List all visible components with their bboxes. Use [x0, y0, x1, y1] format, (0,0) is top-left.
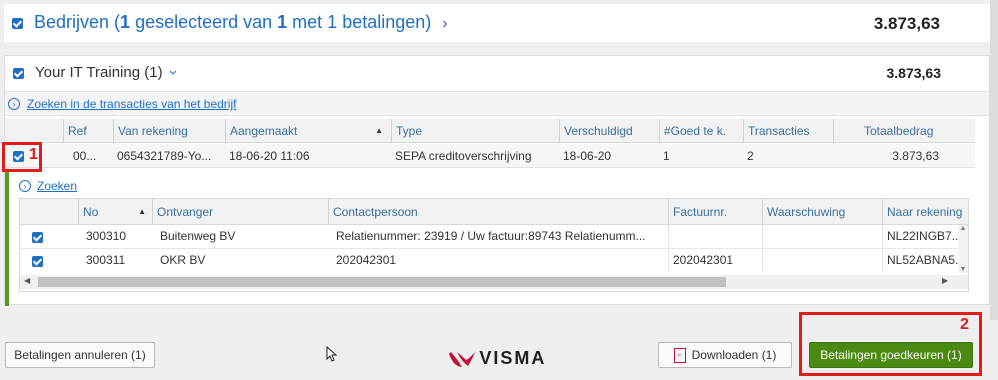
cell-contact: 202042301	[336, 253, 397, 267]
company-row: Your IT Training (1) › 3.873,63	[5, 56, 989, 92]
cell-waarschuwing	[762, 249, 882, 271]
sort-up-icon: ▲	[138, 207, 146, 216]
scroll-down-icon[interactable]: ▼	[958, 266, 968, 273]
chevron-down-icon[interactable]: ›	[165, 70, 182, 75]
col-ref[interactable]: Ref	[63, 119, 113, 143]
select-all-companies-checkbox[interactable]	[12, 18, 23, 29]
company-search-link[interactable]: Zoeken in de transacties van het bedrijf	[27, 97, 236, 111]
company-name[interactable]: Your IT Training (1) ›	[35, 64, 182, 81]
payment-checkbox[interactable]	[32, 256, 43, 267]
page-scrollbar[interactable]	[990, 0, 998, 320]
mouse-cursor-icon	[326, 345, 338, 362]
col-goed[interactable]: #Goed te k.	[659, 119, 743, 143]
visma-logo-text: VISMA	[479, 348, 547, 368]
cell-goed: 1	[663, 149, 670, 163]
company-search-bar: › Zoeken in de transacties van het bedri…	[5, 92, 989, 116]
payments-header: No ▲ Ontvanger Contactpersoon Factuurnr. …	[20, 199, 968, 225]
cell-verschuldigd: 18-06-20	[563, 149, 612, 163]
col-verschuldigd[interactable]: Verschuldigd	[559, 119, 659, 143]
cell-no: 300310	[86, 229, 127, 243]
col-factuurnr[interactable]: Factuurnr.	[668, 199, 762, 225]
cell-contact: Relatienummer: 23919 / Uw factuur:89743 …	[336, 229, 646, 243]
companies-total-amount: 3.873,63	[873, 14, 940, 33]
payments-search-link[interactable]: Zoeken	[37, 179, 77, 193]
annotation-number-2: 2	[960, 316, 969, 333]
cell-type: SEPA creditoverschrijving	[395, 149, 532, 163]
vertical-scrollbar[interactable]: ▲ ▼	[958, 225, 968, 273]
cell-ref: 00...	[73, 149, 97, 163]
cell-no: 300311	[86, 253, 126, 267]
approve-payments-button[interactable]: Betalingen goedkeuren (1)	[809, 342, 973, 368]
company-checkbox[interactable]	[13, 68, 24, 79]
cell-transacties: 2	[747, 149, 754, 163]
scroll-right-icon[interactable]: ▶	[942, 276, 948, 285]
col-waarschuwing[interactable]: Waarschuwing	[762, 199, 882, 225]
transaction-row[interactable]: 00... 0654321789-Yo... 18-06-20 11:06 SE…	[5, 144, 975, 168]
expand-circle-icon[interactable]: ›	[19, 180, 31, 192]
expand-circle-icon[interactable]: ›	[8, 98, 20, 110]
cell-rekening: NL22INGB7...	[882, 225, 960, 247]
payment-row[interactable]: 300310 Buitenweg BV Relatienummer: 23919…	[20, 225, 968, 249]
companies-title[interactable]: Bedrijven (1 geselecteerd van 1 met 1 be…	[34, 12, 448, 33]
cell-ontvanger: OKR BV	[160, 253, 206, 267]
visma-swoosh-icon	[449, 351, 475, 367]
cell-ontvanger: Buitenweg BV	[160, 229, 236, 243]
transactions-header: Ref Van rekening Aangemaakt ▲ Type Versch…	[5, 119, 975, 143]
cell-waarschuwing	[762, 225, 882, 247]
col-ontvanger[interactable]: Ontvanger	[152, 199, 324, 225]
cell-factuur	[668, 225, 762, 247]
cancel-payments-button[interactable]: Betalingen annuleren (1)	[5, 342, 155, 368]
col-totaalbedrag[interactable]: Totaalbedrag	[833, 119, 975, 143]
cell-van-rekening: 0654321789-Yo...	[117, 149, 212, 163]
payment-checkbox[interactable]	[32, 232, 43, 243]
col-aangemaakt[interactable]: Aangemaakt ▲	[225, 119, 391, 143]
col-type[interactable]: Type	[391, 119, 559, 143]
visma-logo: VISMA	[448, 348, 546, 370]
payment-row[interactable]: 300311 OKR BV 202042301 202042301 NL52AB…	[20, 249, 968, 273]
scroll-left-icon[interactable]: ◀	[24, 276, 30, 285]
cell-factuur: 202042301	[668, 249, 762, 271]
company-amount: 3.873,63	[886, 65, 942, 81]
download-button[interactable]: ⌐ Downloaden (1)	[658, 342, 792, 368]
chevron-right-icon[interactable]: ›	[442, 15, 447, 32]
pdf-icon: ⌐	[673, 348, 686, 364]
cell-rekening: NL52ABNA5...	[882, 249, 960, 271]
annotation-number-1: 1	[29, 146, 38, 163]
company-panel: Your IT Training (1) › 3.873,63 › Zoeken…	[4, 55, 990, 306]
col-contactpersoon[interactable]: Contactpersoon	[328, 199, 668, 225]
col-transacties[interactable]: Transacties	[743, 119, 833, 143]
payments-grid: No ▲ Ontvanger Contactpersoon Factuurnr. …	[19, 198, 969, 292]
sort-up-icon: ▲	[375, 126, 383, 135]
cell-aangemaakt: 18-06-20 11:06	[229, 149, 310, 163]
horizontal-scrollbar[interactable]: ◀ ▶	[20, 275, 968, 289]
scrollbar-thumb[interactable]	[38, 277, 726, 287]
col-naar-rekening[interactable]: Naar rekening	[882, 199, 968, 225]
cell-totaal: 3.873,63	[892, 149, 939, 163]
col-van-rekening[interactable]: Van rekening	[113, 119, 225, 143]
payments-detail: › Zoeken No ▲ Ontvanger Contactpersoon Fa…	[5, 170, 975, 306]
scroll-up-icon[interactable]: ▲	[958, 225, 968, 232]
col-no[interactable]: No ▲	[78, 199, 152, 225]
companies-header: Bedrijven (1 geselecteerd van 1 met 1 be…	[4, 4, 990, 42]
